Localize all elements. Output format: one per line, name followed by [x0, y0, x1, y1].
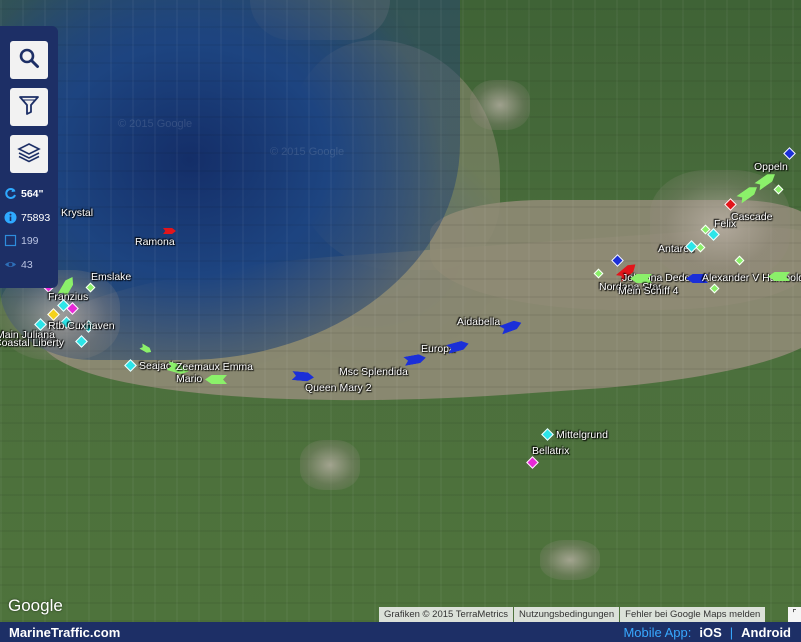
vessels-total-stat: 75893 [4, 211, 50, 224]
eye-icon [4, 258, 17, 271]
vessel-label[interactable]: Felix [714, 218, 736, 230]
separator: | [729, 624, 734, 640]
vessel-label[interactable]: Krystal [61, 207, 93, 219]
vessel-label[interactable]: Msc Splendida [339, 366, 408, 378]
vessel-label[interactable]: Franzius [48, 291, 88, 303]
map-watermark: © 2015 Google [270, 146, 345, 158]
vessels-total-count: 75893 [21, 211, 51, 224]
vessel-label[interactable]: Mein Schiff 4 [618, 285, 679, 297]
town-south [540, 540, 600, 580]
vessel-label[interactable]: Cascade [731, 211, 772, 223]
filter-icon [18, 94, 40, 121]
vessel-label[interactable]: Zeemaux Emma [176, 361, 253, 373]
android-link[interactable]: Android [741, 625, 791, 640]
layers-icon [17, 141, 41, 168]
square-icon [4, 234, 17, 247]
visible-count: 43 [21, 258, 33, 271]
vessel-label[interactable]: Queen Mary 2 [305, 382, 372, 394]
attribution-text: Grafiken © 2015 TerraMetrics [379, 607, 514, 622]
vessel-label[interactable]: Bellatrix [532, 445, 569, 457]
mobile-app-label: Mobile App: [623, 624, 692, 640]
vessel-marker[interactable] [783, 147, 796, 160]
map-control-panel: 564" 75893 199 43 [0, 26, 58, 288]
vessel-label[interactable]: Oppeln [754, 161, 788, 173]
in-view-count: 199 [21, 234, 39, 247]
vessel-label[interactable]: Coastal Liberty [0, 337, 64, 349]
layers-button[interactable] [10, 135, 48, 173]
google-logo[interactable]: Google [8, 596, 63, 616]
search-button[interactable] [10, 41, 48, 79]
brand-link[interactable]: MarineTraffic.com [9, 625, 120, 640]
map-watermark: © 2015 Google [118, 118, 193, 130]
refresh-stat[interactable]: 564" [4, 187, 44, 200]
footer-bar: MarineTraffic.com Mobile App: iOS | Andr… [0, 622, 801, 642]
vessel-label[interactable]: Aidabella [457, 316, 500, 328]
vessel-marker[interactable] [541, 428, 554, 441]
search-icon [18, 47, 40, 74]
info-icon [4, 211, 17, 224]
vessel-label[interactable]: Mario [176, 373, 202, 385]
expand-corner-icon[interactable]: ⌜ [788, 607, 801, 622]
report-error-link[interactable]: Fehler bei Google Maps melden [620, 607, 766, 622]
filter-button[interactable] [10, 88, 48, 126]
vessel-label[interactable]: Emslake [91, 271, 131, 283]
ios-link[interactable]: iOS [699, 625, 721, 640]
vessel-label[interactable]: Ramona [135, 236, 175, 248]
in-view-stat: 199 [4, 234, 39, 247]
vessel-marker[interactable] [526, 456, 539, 469]
terms-link[interactable]: Nutzungsbedingungen [514, 607, 620, 622]
town-north [470, 80, 530, 130]
vessel-label[interactable]: Mittelgrund [556, 429, 608, 441]
refresh-timer: 564" [21, 187, 44, 200]
refresh-icon [4, 187, 17, 200]
mobile-app-links: Mobile App: iOS | Android [623, 625, 791, 640]
map-attribution: Grafiken © 2015 TerraMetrics Nutzungsbed… [379, 607, 766, 622]
map-canvas[interactable]: Oppeln Cascade Felix Antares Johanna Ded… [0, 0, 801, 622]
vessel-label[interactable]: Rtb Cuxhaven [48, 320, 115, 332]
town-otterndorf [300, 440, 360, 490]
visible-stat: 43 [4, 258, 33, 271]
